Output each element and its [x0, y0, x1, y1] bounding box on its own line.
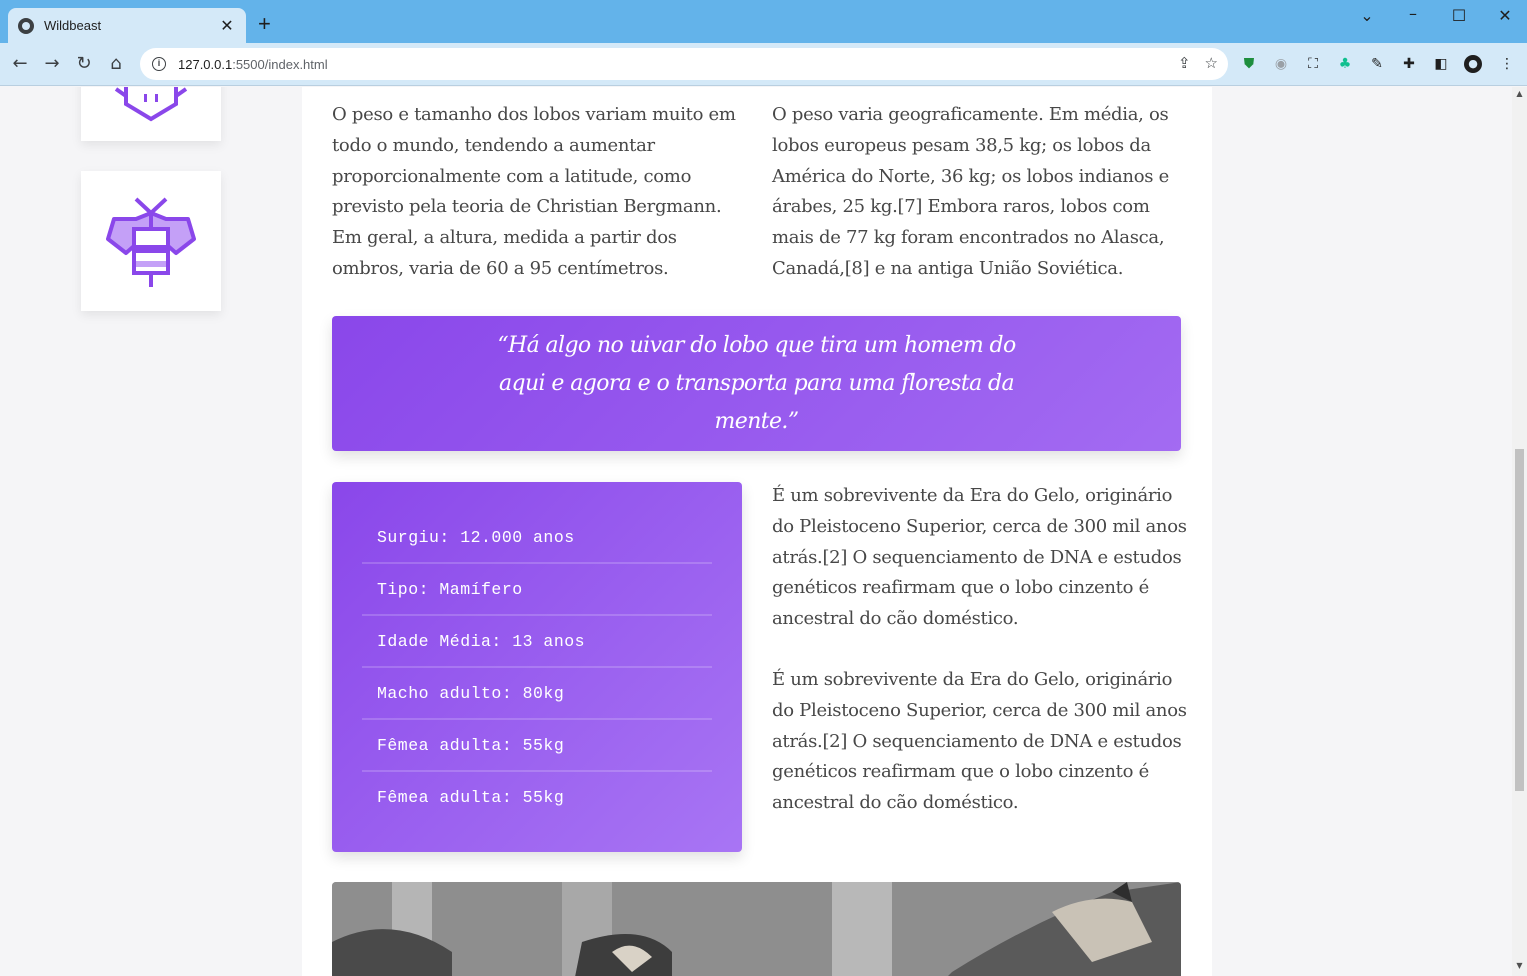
bee-icon: [106, 197, 196, 287]
puzzle-extensions-icon[interactable]: ✚: [1400, 55, 1418, 73]
tab-title: Wildbeast: [44, 18, 102, 33]
reload-icon[interactable]: ↻: [72, 52, 96, 76]
article-paragraph-left: O peso e tamanho dos lobos variam muito …: [332, 104, 736, 279]
new-tab-button[interactable]: +: [258, 12, 271, 36]
chevron-down-icon[interactable]: ⌄: [1356, 6, 1378, 26]
minimize-icon[interactable]: –: [1402, 4, 1424, 24]
quote-text: “Há algo no uivar do lobo que tira um ho…: [497, 332, 1016, 434]
share-icon[interactable]: ⇪: [1178, 54, 1191, 72]
pig-icon: [114, 87, 188, 122]
tree-extension-icon[interactable]: ♣: [1336, 55, 1354, 73]
shield-extension-icon[interactable]: ⛊: [1240, 55, 1258, 73]
article-paragraph-right: O peso varia geograficamente. Em média, …: [772, 104, 1169, 279]
fact-item: Fêmea adulta: 55kg: [377, 788, 565, 807]
page-viewport: O peso e tamanho dos lobos variam muito …: [0, 87, 1512, 976]
browser-titlebar: Wildbeast ✕ + ⌄ – ☐ ✕: [0, 0, 1527, 43]
article-paragraph-1: É um sobrevivente da Era do Gelo, origin…: [772, 485, 1187, 630]
back-arrow-icon[interactable]: ←: [8, 52, 32, 76]
info-icon[interactable]: i: [152, 57, 166, 71]
home-icon[interactable]: ⌂: [104, 52, 128, 76]
address-bar[interactable]: i 127.0.0.1:5500/index.html ⇪ ☆: [140, 48, 1228, 80]
sidebar-card-bee[interactable]: [81, 171, 221, 311]
bookmark-star-icon[interactable]: ☆: [1205, 54, 1218, 72]
kebab-menu-icon[interactable]: ⋮: [1498, 55, 1516, 73]
fact-item: Surgiu: 12.000 anos: [362, 512, 712, 564]
url-text: 127.0.0.1:5500/index.html: [178, 56, 328, 72]
profile-avatar[interactable]: ●: [1464, 55, 1482, 73]
wolves-photo: [332, 882, 1181, 976]
close-window-icon[interactable]: ✕: [1494, 6, 1516, 26]
maximize-icon[interactable]: ☐: [1448, 6, 1470, 26]
fact-item: Macho adulto: 80kg: [362, 668, 712, 720]
wolves-image: [332, 882, 1181, 976]
facts-card: Surgiu: 12.000 anos Tipo: Mamífero Idade…: [332, 482, 742, 852]
scroll-down-icon[interactable]: ▼: [1515, 961, 1524, 970]
close-tab-icon[interactable]: ✕: [218, 16, 236, 35]
scroll-up-icon[interactable]: ▲: [1515, 89, 1524, 98]
privacy-extension-icon[interactable]: ◉: [1272, 55, 1290, 73]
sidebar-card-pig[interactable]: [81, 87, 221, 141]
browser-toolbar: ← → ↻ ⌂ i 127.0.0.1:5500/index.html ⇪ ☆ …: [0, 43, 1527, 86]
article-paragraph-2: É um sobrevivente da Era do Gelo, origin…: [772, 669, 1187, 814]
screen-capture-icon[interactable]: ⛶: [1304, 55, 1322, 73]
fact-item: Idade Média: 13 anos: [362, 616, 712, 668]
eyedropper-icon[interactable]: ✎: [1368, 55, 1386, 73]
scroll-thumb[interactable]: [1515, 449, 1524, 791]
article-main: O peso e tamanho dos lobos variam muito …: [302, 87, 1212, 976]
fact-item: Tipo: Mamífero: [362, 564, 712, 616]
sidepanel-icon[interactable]: ◧: [1432, 55, 1450, 73]
quote-block: “Há algo no uivar do lobo que tira um ho…: [332, 316, 1181, 451]
globe-icon: [18, 17, 34, 34]
fact-item: Fêmea adulta: 55kg: [362, 720, 712, 772]
forward-arrow-icon[interactable]: →: [40, 52, 64, 76]
browser-tab[interactable]: Wildbeast ✕: [8, 8, 246, 43]
page-scrollbar[interactable]: ▲ ▼: [1512, 87, 1527, 976]
